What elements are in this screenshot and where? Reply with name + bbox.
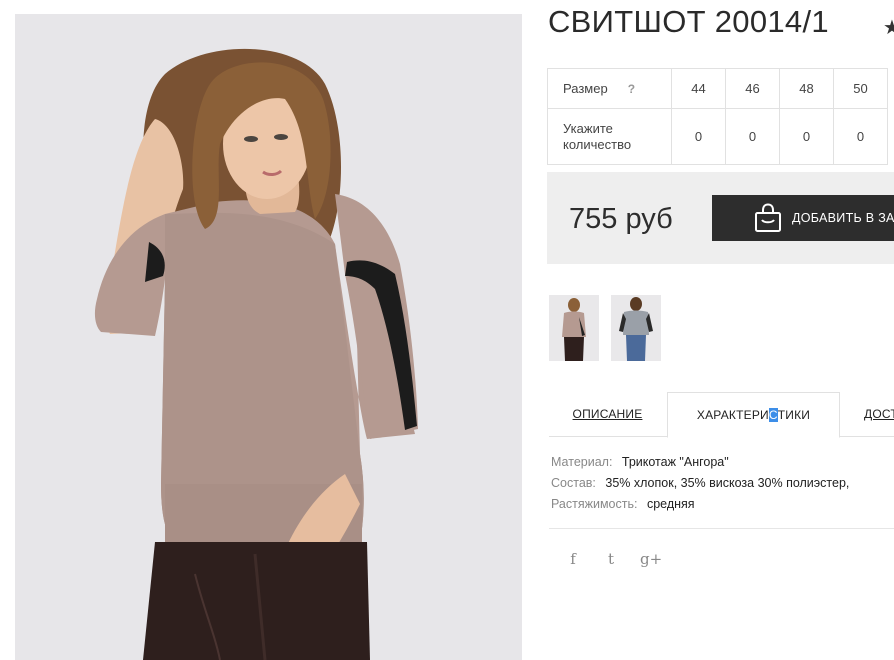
divider: [549, 528, 894, 529]
quantity-row: Укажите количество 0 0 0 0: [547, 108, 888, 165]
product-photo[interactable]: [15, 14, 522, 660]
quantity-field-48[interactable]: 0: [779, 108, 834, 165]
thumbnail-2[interactable]: [611, 295, 661, 361]
spec-key: Состав:: [551, 476, 596, 490]
add-to-order-label: ДОБАВИТЬ В ЗАКАЗ: [792, 211, 894, 225]
social-share: f t g+: [564, 550, 662, 568]
thumbnail-1[interactable]: [549, 295, 599, 361]
spec-row-stretch: Растяжимость: средняя: [551, 494, 849, 515]
star-icon[interactable]: ★: [883, 15, 894, 40]
size-help-icon[interactable]: ?: [628, 82, 635, 96]
spec-key: Растяжимость:: [551, 497, 638, 511]
size-label: Размер: [563, 80, 608, 96]
size-50: 50: [833, 68, 888, 109]
tab-characteristics-label-b: ТИКИ: [777, 408, 811, 422]
text-selection: С: [768, 408, 778, 422]
facebook-icon[interactable]: f: [564, 550, 582, 568]
size-48: 48: [779, 68, 834, 109]
quantity-field-46[interactable]: 0: [725, 108, 780, 165]
size-label-cell: Размер?: [547, 68, 672, 109]
google-plus-icon[interactable]: g+: [640, 550, 662, 568]
tab-delivery[interactable]: ДОСТАВКА: [851, 392, 894, 436]
price: 755 руб: [569, 203, 673, 235]
spec-row-material: Материал: Трикотаж "Ангора": [551, 452, 849, 473]
product-title: СВИТШОТ 20014/1: [548, 4, 829, 39]
price-box: 755 руб ДОБАВИТЬ В ЗАКАЗ: [547, 172, 894, 264]
twitter-icon[interactable]: t: [602, 550, 620, 568]
size-row: Размер? 44 46 48 50: [547, 68, 888, 109]
shopping-bag-icon: [754, 203, 782, 233]
quantity-field-50[interactable]: 0: [833, 108, 888, 165]
specifications: Материал: Трикотаж "Ангора" Состав: 35% …: [551, 452, 849, 515]
quantity-label-line1: Укажите: [563, 120, 613, 136]
quantity-field-44[interactable]: 0: [671, 108, 726, 165]
quantity-label-line2: количество: [563, 136, 632, 152]
size-44: 44: [671, 68, 726, 109]
spec-row-composition: Состав: 35% хлопок, 35% вискоза 30% поли…: [551, 473, 849, 494]
size-46: 46: [725, 68, 780, 109]
size-table: Размер? 44 46 48 50 Укажите количество 0…: [547, 68, 888, 165]
add-to-order-button[interactable]: ДОБАВИТЬ В ЗАКАЗ: [712, 195, 894, 241]
quantity-label: Укажите количество: [547, 108, 672, 165]
spec-value: Трикотаж "Ангора": [621, 455, 729, 469]
spec-key: Материал:: [551, 455, 613, 469]
spec-value: 35% хлопок, 35% вискоза 30% полиэстер,: [605, 476, 850, 490]
spec-value: средняя: [646, 497, 695, 511]
tab-characteristics[interactable]: ХАРАКТЕРИ С ТИКИ: [667, 392, 840, 438]
tab-characteristics-label-a: ХАРАКТЕРИ: [696, 408, 769, 422]
tab-description[interactable]: ОПИСАНИЕ: [549, 392, 666, 436]
